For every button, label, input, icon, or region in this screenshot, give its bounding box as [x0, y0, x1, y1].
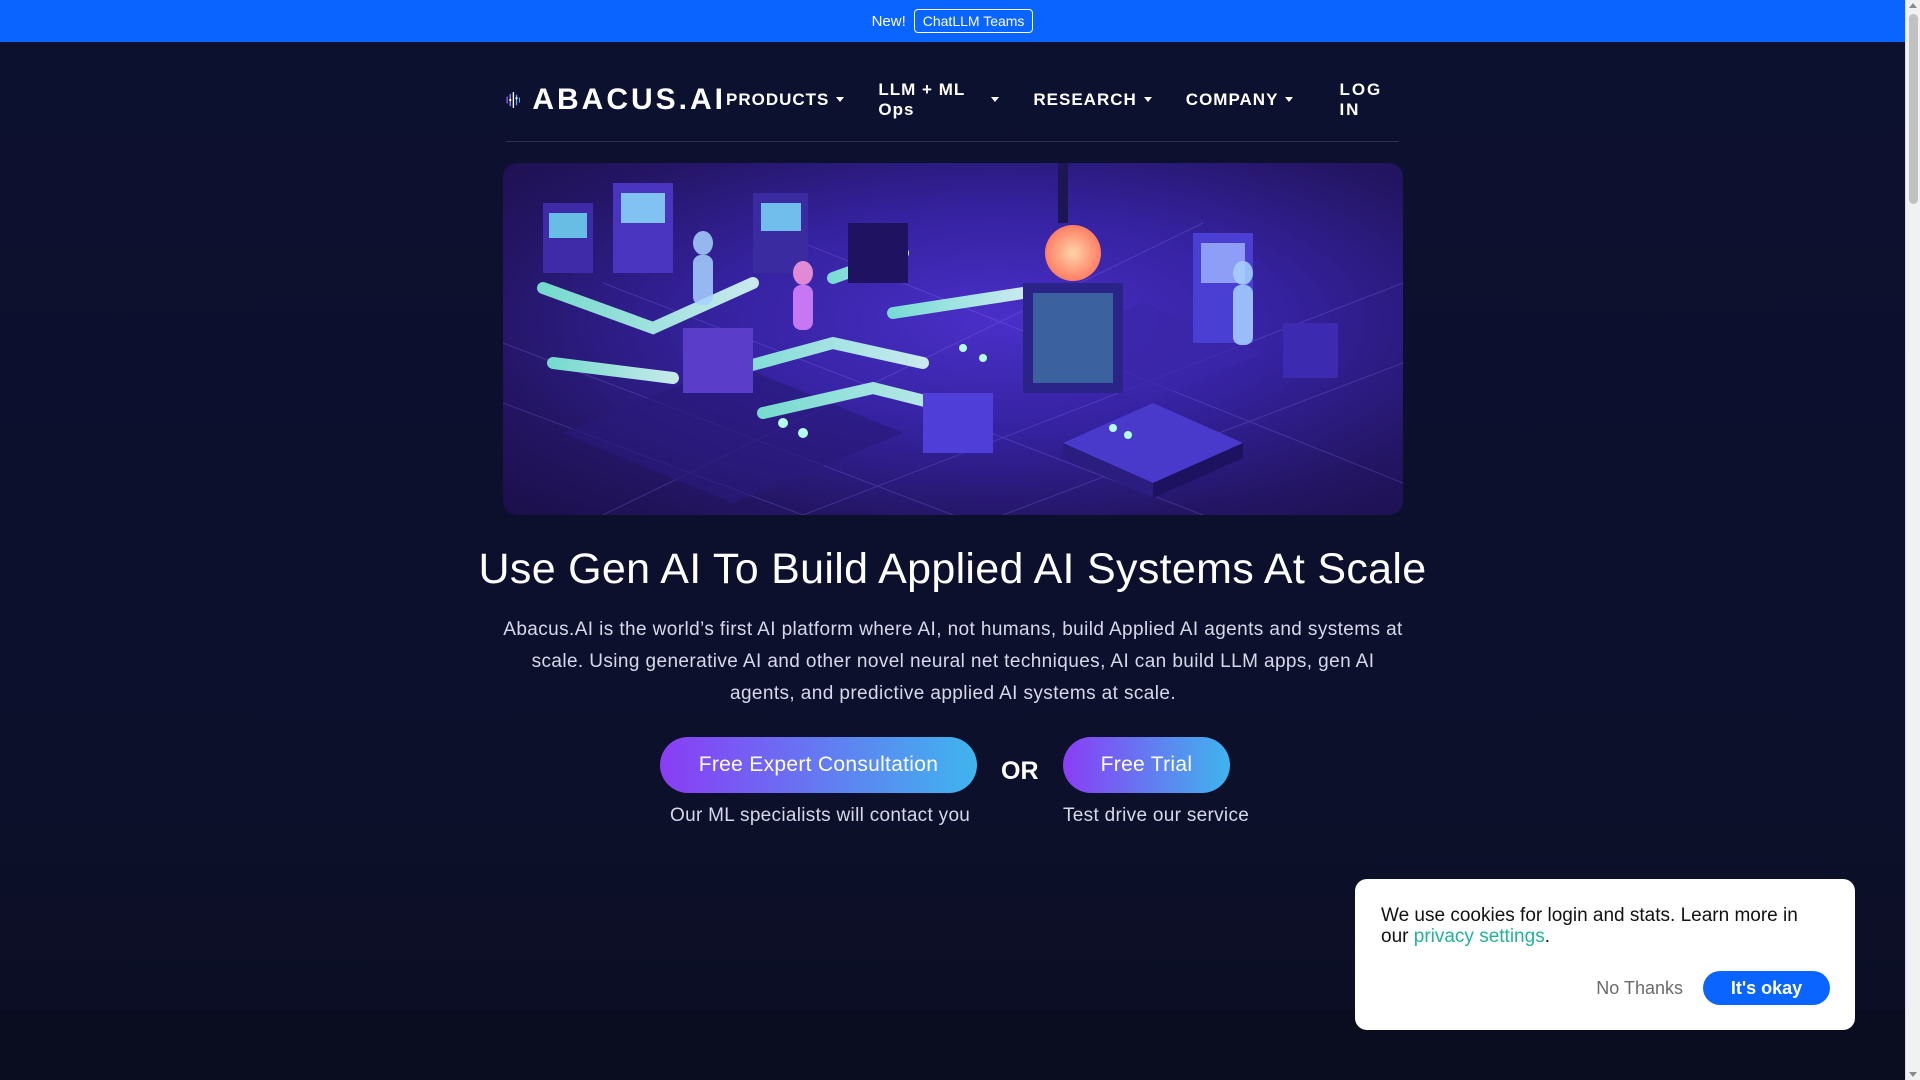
- page-scrollbar[interactable]: [1905, 0, 1920, 1080]
- nav-item-label: LLM + ML Ops: [878, 79, 965, 119]
- cookie-message: We use cookies for login and stats. Lear…: [1381, 905, 1829, 947]
- page-title: Use Gen AI To Build Applied AI Systems A…: [478, 545, 1427, 593]
- nav-menu: PRODUCTS LLM + ML Ops RESEARCH COMPANY L…: [726, 80, 1399, 120]
- trial-caption: Test drive our service: [1063, 805, 1250, 826]
- main-navigation: ABACUS.AI PRODUCTS LLM + ML Ops RESEARCH…: [506, 58, 1399, 142]
- privacy-settings-link[interactable]: privacy settings: [1414, 926, 1545, 947]
- caret-down-icon: [991, 97, 1000, 102]
- nav-item-research[interactable]: RESEARCH: [1033, 89, 1152, 110]
- or-separator: OR: [1001, 757, 1039, 785]
- logo-wordmark: ABACUS.AI: [532, 82, 726, 116]
- nav-item-llm-ml-ops[interactable]: LLM + ML Ops: [878, 79, 1000, 120]
- scroll-up-arrow-icon[interactable]: [1909, 3, 1917, 8]
- nav-item-label: PRODUCTS: [726, 89, 830, 109]
- isometric-ai-factory-illustration: [503, 163, 1403, 515]
- announcement-new-label: New!: [871, 12, 906, 30]
- abacus-bars-logo-icon: [506, 91, 521, 108]
- consultation-caption: Our ML specialists will contact you: [670, 805, 971, 826]
- no-thanks-button[interactable]: No Thanks: [1596, 978, 1683, 999]
- cookie-message-end: .: [1544, 926, 1550, 947]
- caret-down-icon: [1143, 97, 1152, 102]
- nav-item-label: RESEARCH: [1033, 89, 1137, 109]
- nav-item-products[interactable]: PRODUCTS: [726, 89, 845, 110]
- nav-item-label: COMPANY: [1185, 89, 1279, 109]
- login-link[interactable]: LOG IN: [1339, 80, 1399, 120]
- caret-down-icon: [1285, 97, 1294, 102]
- nav-item-company[interactable]: COMPANY: [1186, 90, 1294, 110]
- announcement-bar: New! ChatLLM Teams: [0, 0, 1905, 42]
- accept-cookies-button[interactable]: It's okay: [1703, 971, 1830, 1005]
- chatllm-teams-link[interactable]: ChatLLM Teams: [913, 9, 1034, 33]
- cookie-consent-panel: We use cookies for login and stats. Lear…: [1355, 879, 1855, 1030]
- cookie-actions: No Thanks It's okay: [1596, 971, 1830, 1005]
- scroll-down-arrow-icon[interactable]: [1909, 1072, 1917, 1077]
- free-trial-button[interactable]: Free Trial: [1063, 737, 1230, 793]
- site-logo[interactable]: ABACUS.AI: [506, 82, 726, 118]
- caret-down-icon: [836, 97, 845, 102]
- scrollbar-thumb[interactable]: [1909, 14, 1918, 204]
- hero-description: Abacus.AI is the world’s first AI platfo…: [503, 619, 1403, 704]
- hero-illustration: [503, 163, 1403, 515]
- free-expert-consultation-button[interactable]: Free Expert Consultation: [660, 737, 977, 793]
